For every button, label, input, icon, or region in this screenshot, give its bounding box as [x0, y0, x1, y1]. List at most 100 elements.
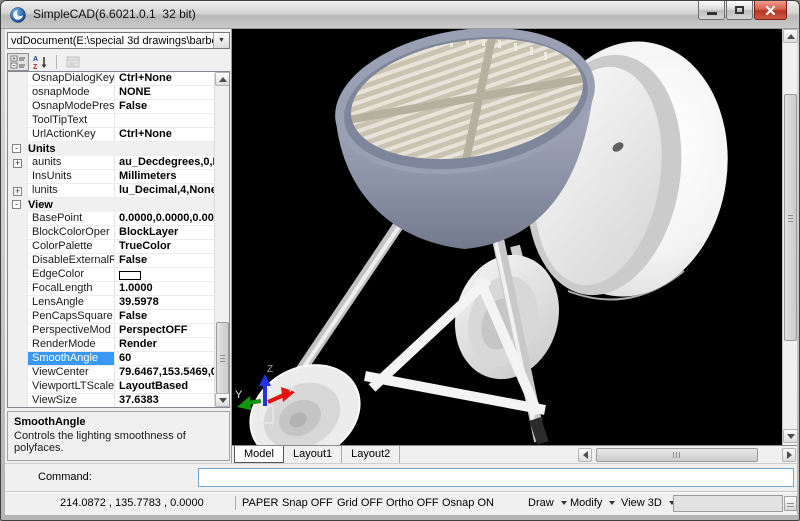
status-bar: 214.0872 , 135.7783 , 0.0000 PAPER Snap … — [5, 491, 797, 515]
property-value[interactable]: 39.5978 — [115, 296, 214, 310]
property-value[interactable]: False — [115, 254, 214, 268]
property-row[interactable]: ViewSize37.6383 — [8, 394, 214, 408]
property-value[interactable]: Millimeters — [115, 170, 214, 184]
scroll-left-button[interactable] — [578, 448, 592, 462]
property-value[interactable]: 79.6467,153.5469,0. — [115, 366, 214, 380]
property-value[interactable]: au_Decdegrees,0,No — [115, 156, 214, 170]
collapse-icon[interactable]: - — [12, 200, 21, 209]
property-row[interactable]: UrlActionKeyCtrl+None — [8, 128, 214, 142]
color-swatch[interactable] — [119, 271, 141, 280]
property-value[interactable]: False — [115, 100, 214, 114]
scroll-up-button[interactable] — [783, 29, 798, 43]
property-value[interactable]: PerspectOFF — [115, 324, 214, 338]
paper-mode-toggle[interactable]: PAPER — [242, 497, 278, 509]
viewport-vscrollbar[interactable] — [782, 29, 797, 445]
property-value[interactable] — [115, 114, 214, 128]
property-value[interactable]: 37.6383 — [115, 394, 214, 408]
property-row[interactable]: BasePoint0.0000,0.0000,0.000 — [8, 212, 214, 226]
category-row[interactable]: -Units — [8, 142, 214, 156]
property-row[interactable]: InsUnitsMillimeters — [8, 170, 214, 184]
alphabetical-sort-button[interactable]: A Z — [29, 53, 51, 71]
scroll-down-button[interactable] — [783, 429, 798, 443]
property-row[interactable]: BlockColorOperBlockLayer — [8, 226, 214, 240]
property-value[interactable] — [115, 268, 214, 282]
expand-icon[interactable]: + — [13, 159, 22, 168]
tab-layout1[interactable]: Layout1 — [284, 446, 342, 463]
svg-text:A: A — [33, 56, 38, 63]
draw-menu[interactable]: Draw — [528, 497, 567, 509]
property-name: PenCapsSquare — [28, 310, 115, 324]
property-row[interactable]: PenCapsSquareFalse — [8, 310, 214, 324]
viewport[interactable]: X Y Z — [232, 29, 797, 445]
grip-lines-icon — [787, 501, 794, 507]
property-row[interactable]: +aunitsau_Decdegrees,0,No — [8, 156, 214, 170]
document-selector[interactable]: vdDocument(E:\special 3d drawings\barbec… — [7, 32, 230, 49]
property-row[interactable]: DisableExternalReferFalse — [8, 254, 214, 268]
properties-panel: vdDocument(E:\special 3d drawings\barbec… — [5, 29, 232, 463]
property-row[interactable]: FocalLength1.0000 — [8, 282, 214, 296]
scroll-down-button[interactable] — [215, 393, 230, 407]
property-value[interactable]: False — [115, 310, 214, 324]
view3d-menu[interactable]: View 3D — [621, 497, 675, 509]
chevron-down-icon — [609, 501, 615, 505]
right-arrow-icon — [787, 451, 792, 459]
property-row[interactable]: +lunitslu_Decimal,4,None — [8, 184, 214, 198]
scroll-right-button[interactable] — [782, 448, 796, 462]
property-row[interactable]: ViewCenter79.6467,153.5469,0. — [8, 366, 214, 380]
property-value[interactable]: LayoutBased — [115, 380, 214, 394]
close-button[interactable] — [754, 1, 787, 20]
title-bar[interactable]: SimpleCAD(6.6021.0.1 32 bit) — [1, 1, 799, 29]
property-value[interactable]: Render — [115, 338, 214, 352]
osnap-toggle[interactable]: Osnap ON — [442, 497, 494, 509]
property-row[interactable]: PerspectiveModPerspectOFF — [8, 324, 214, 338]
property-row[interactable]: ColorPaletteTrueColor — [8, 240, 214, 254]
maximize-button[interactable] — [726, 1, 753, 20]
collapse-icon[interactable]: - — [12, 144, 21, 153]
expand-icon[interactable]: + — [13, 187, 22, 196]
down-arrow-icon — [787, 434, 795, 439]
property-value[interactable]: Ctrl+None — [115, 128, 214, 142]
property-row[interactable]: ToolTipText — [8, 114, 214, 128]
minimize-button[interactable] — [698, 1, 725, 20]
thumb-grip-icon — [220, 355, 225, 362]
resize-grip-button[interactable] — [784, 496, 797, 511]
scrollbar-thumb[interactable] — [216, 322, 229, 394]
property-row[interactable]: OsnapDialogKeyCtrl+None — [8, 72, 214, 86]
svg-text:Z: Z — [33, 64, 38, 70]
up-arrow-icon — [787, 34, 795, 39]
scrollbar-thumb[interactable] — [596, 448, 758, 462]
property-row[interactable]: LensAngle39.5978 — [8, 296, 214, 310]
property-value[interactable]: BlockLayer — [115, 226, 214, 240]
scroll-up-button[interactable] — [215, 72, 230, 86]
tab-layout2[interactable]: Layout2 — [342, 446, 400, 463]
property-row[interactable]: OsnapModePreserveFalse — [8, 100, 214, 114]
property-value[interactable]: NONE — [115, 86, 214, 100]
scrollbar-thumb[interactable] — [784, 94, 797, 341]
ortho-toggle[interactable]: Ortho OFF — [386, 497, 439, 509]
snap-toggle[interactable]: Snap OFF — [282, 497, 333, 509]
property-value[interactable]: lu_Decimal,4,None — [115, 184, 214, 198]
property-grid-rows: OsnapDialogKeyCtrl+None osnapModeNONE Os… — [8, 72, 214, 408]
property-value[interactable]: TrueColor — [115, 240, 214, 254]
grid-toggle[interactable]: Grid OFF — [337, 497, 383, 509]
property-value[interactable]: 0.0000,0.0000,0.000 — [115, 212, 214, 226]
property-value[interactable]: Ctrl+None — [115, 72, 214, 86]
property-value[interactable]: 1.0000 — [115, 282, 214, 296]
property-row[interactable]: osnapModeNONE — [8, 86, 214, 100]
property-row[interactable]: EdgeColor — [8, 268, 214, 282]
property-name: RenderMode — [28, 338, 115, 352]
viewport-hscrollbar[interactable] — [578, 448, 796, 462]
property-value[interactable]: 60 — [115, 352, 214, 366]
categorized-view-button[interactable] — [7, 53, 29, 71]
property-row[interactable]: ViewportLTScaleLayoutBased — [8, 380, 214, 394]
category-row[interactable]: -View — [8, 198, 214, 212]
property-grid-scrollbar[interactable] — [214, 72, 229, 407]
viewport-canvas[interactable]: X Y Z — [232, 29, 782, 445]
tab-model[interactable]: Model — [234, 446, 284, 463]
property-row[interactable]: RenderModeRender — [8, 338, 214, 352]
property-row-selected[interactable]: SmoothAngle60 — [8, 352, 214, 366]
dropdown-arrow-icon[interactable]: ▼ — [213, 33, 229, 48]
command-input[interactable] — [198, 468, 794, 487]
client-area: vdDocument(E:\special 3d drawings\barbec… — [5, 29, 797, 515]
modify-menu[interactable]: Modify — [570, 497, 615, 509]
